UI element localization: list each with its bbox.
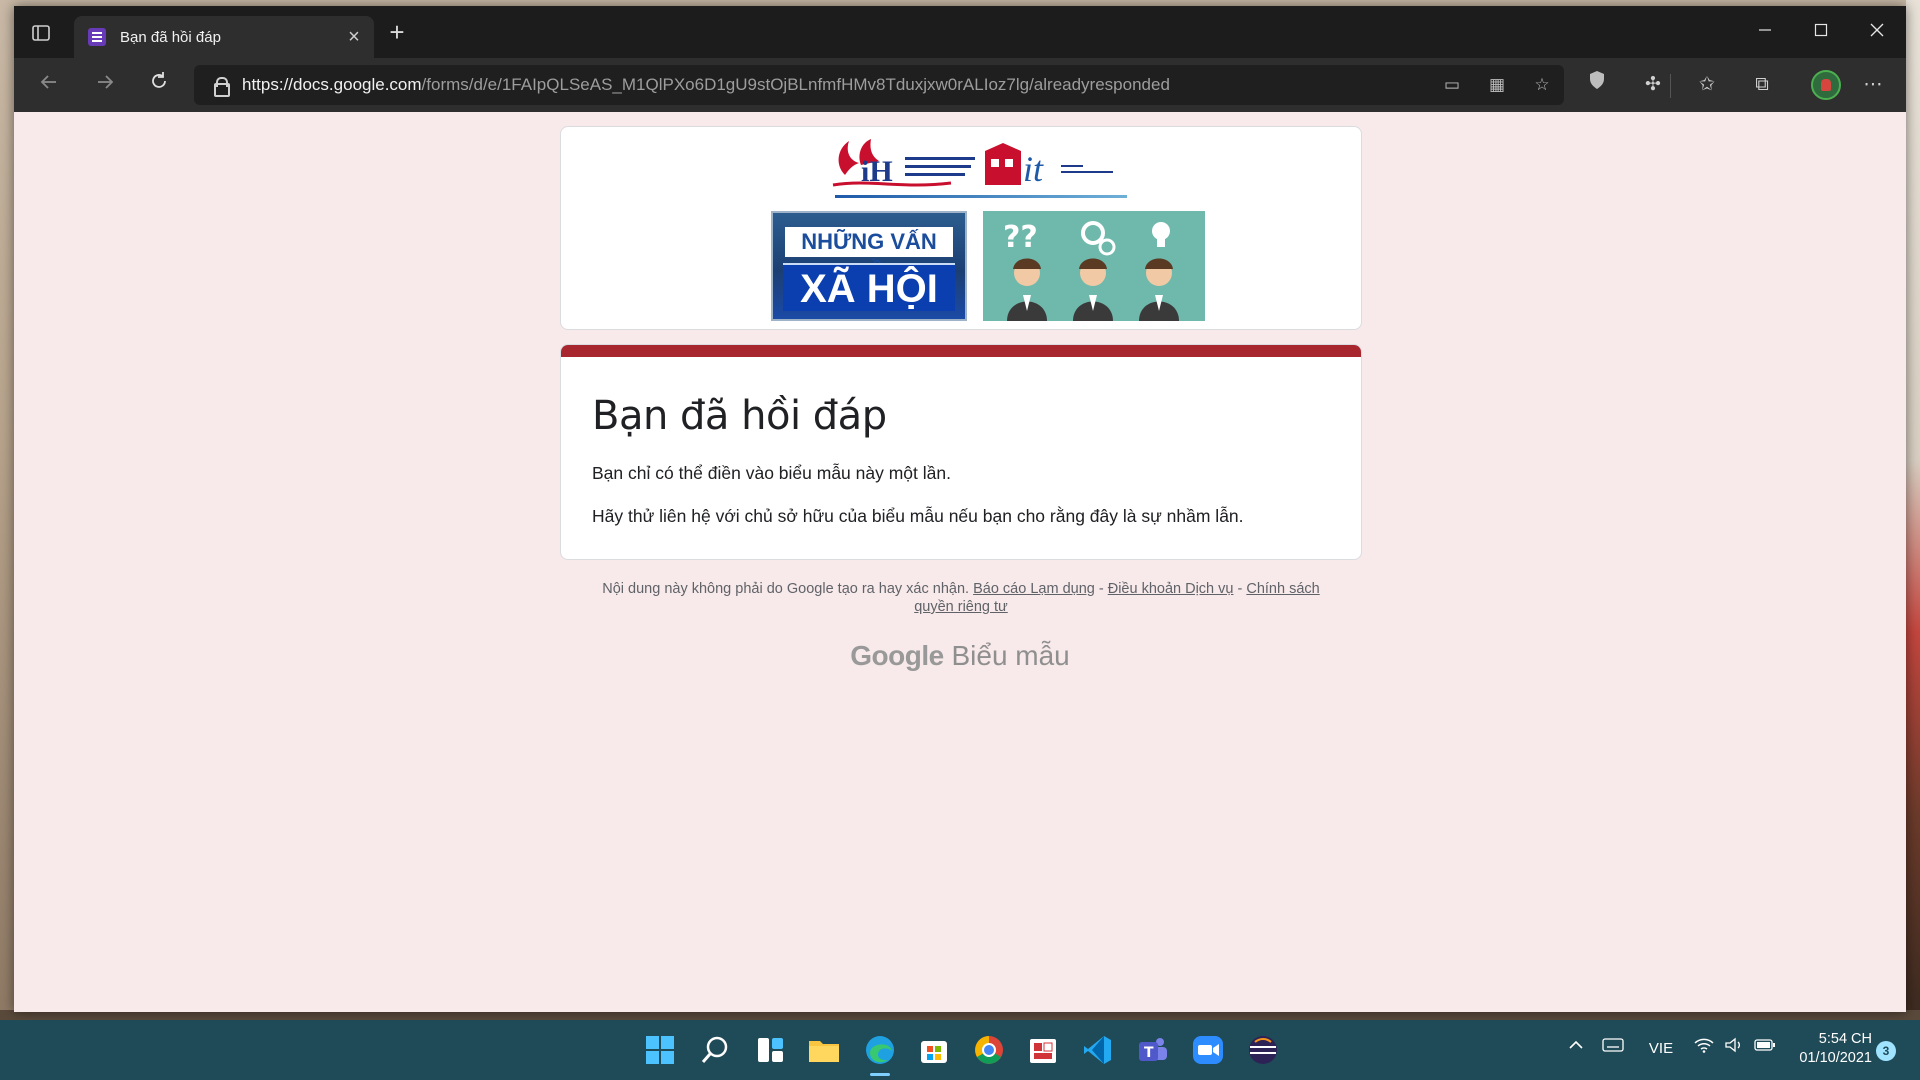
svg-text:??: ?? xyxy=(1003,220,1038,255)
favorites-icon[interactable]: ✩ xyxy=(1692,70,1722,100)
disclaimer-text: Nội dung này không phải do Google tạo ra… xyxy=(602,581,970,597)
back-icon[interactable] xyxy=(34,70,64,100)
iuh-fit-logo: iH it xyxy=(831,135,1131,201)
tab-title: Bạn đã hồi đáp xyxy=(120,28,221,46)
sticky-notes-icon[interactable] xyxy=(1025,1033,1061,1067)
active-tab[interactable]: Bạn đã hồi đáp × xyxy=(74,16,374,58)
search-icon[interactable] xyxy=(697,1033,733,1067)
wifi-icon[interactable] xyxy=(1692,1037,1716,1061)
show-hidden-icons-icon[interactable] xyxy=(1564,1037,1588,1061)
clock-date: 01/10/2021 xyxy=(1799,1050,1872,1066)
maximize-icon[interactable] xyxy=(1804,16,1838,46)
banner-text-top: NHỮNG VẤN ĐỀ xyxy=(785,227,953,284)
input-language[interactable]: VIE xyxy=(1644,1037,1678,1061)
immersive-reader-icon[interactable]: ▭ xyxy=(1441,74,1463,96)
tab-actions-icon[interactable] xyxy=(30,22,52,44)
more-icon[interactable]: ⋯ xyxy=(1858,70,1888,100)
address-bar[interactable]: https://docs.google.com/forms/d/e/1FAIpQ… xyxy=(194,65,1564,105)
url-text[interactable]: https://docs.google.com/forms/d/e/1FAIpQ… xyxy=(242,75,1170,95)
lock-icon[interactable] xyxy=(212,76,230,97)
vscode-icon[interactable] xyxy=(1080,1033,1116,1067)
page-content: iH it NHỮNG VẤN ĐỀ XÃ HỘI xyxy=(14,112,1906,1012)
volume-icon[interactable] xyxy=(1722,1037,1746,1061)
notification-badge[interactable]: 3 xyxy=(1876,1041,1896,1061)
iuh-logo: iH xyxy=(832,139,975,188)
google-wordmark: Google xyxy=(850,640,944,671)
footer-notice: Nội dung này không phải do Google tạo ra… xyxy=(600,580,1322,616)
google-forms-logo[interactable]: Google Biểu mẫu xyxy=(14,640,1906,672)
clock-time: 5:54 CH xyxy=(1818,1031,1872,1047)
start-icon[interactable] xyxy=(642,1033,678,1067)
page-title: Bạn đã hồi đáp xyxy=(592,393,887,439)
battery-icon[interactable] xyxy=(1752,1037,1778,1061)
thinking-people-illustration: ?? xyxy=(983,211,1205,321)
toolbar-divider xyxy=(1670,74,1671,98)
banner-text-bottom: XÃ HỘI xyxy=(783,263,955,311)
taskbar xyxy=(0,1020,1920,1080)
svg-text:T: T xyxy=(1144,1045,1154,1061)
close-window-icon[interactable] xyxy=(1860,16,1894,46)
contact-owner-message: Hãy thử liên hệ với chủ sở hữu của biểu … xyxy=(592,506,1244,526)
eclipse-icon[interactable] xyxy=(1245,1033,1281,1067)
svg-text:it: it xyxy=(1023,149,1044,189)
active-app-indicator xyxy=(870,1073,890,1076)
profile-avatar[interactable] xyxy=(1811,70,1841,100)
footer-separator: - xyxy=(1094,581,1108,597)
footer-separator: - xyxy=(1233,581,1247,597)
minimize-icon[interactable] xyxy=(1748,16,1782,46)
zoom-icon[interactable] xyxy=(1190,1033,1226,1067)
already-responded-message: Bạn chỉ có thể điền vào biểu mẫu này một… xyxy=(592,463,951,483)
browser-toolbar: https://docs.google.com/forms/d/e/1FAIpQ… xyxy=(14,58,1906,112)
widgets-icon[interactable] xyxy=(752,1033,788,1067)
theme-bar xyxy=(561,345,1361,357)
shield-icon[interactable] xyxy=(1582,70,1612,100)
new-tab-button[interactable]: + xyxy=(384,19,410,46)
terms-of-service-link[interactable]: Điều khoản Dịch vụ xyxy=(1108,581,1234,597)
store-icon[interactable] xyxy=(916,1033,952,1067)
collections-icon[interactable]: ⧉ xyxy=(1747,70,1777,100)
title-bar: Bạn đã hồi đáp × + xyxy=(14,6,1906,58)
apps-icon[interactable]: ▦ xyxy=(1486,74,1508,96)
file-explorer-icon[interactable] xyxy=(806,1033,842,1067)
form-header-image: iH it NHỮNG VẤN ĐỀ XÃ HỘI xyxy=(560,126,1362,330)
report-abuse-link[interactable]: Báo cáo Lạm dụng xyxy=(973,581,1095,597)
refresh-icon[interactable] xyxy=(144,70,174,100)
extensions-icon[interactable]: ✣ xyxy=(1638,70,1668,100)
google-forms-favicon-icon xyxy=(88,28,106,46)
touch-keyboard-icon[interactable] xyxy=(1600,1037,1626,1061)
browser-window: Bạn đã hồi đáp × + https://docs.google.c… xyxy=(14,6,1906,1012)
add-favorite-icon[interactable]: ☆ xyxy=(1531,74,1553,96)
response-card: Bạn đã hồi đáp Bạn chỉ có thể điền vào b… xyxy=(560,344,1362,560)
social-issues-banner: NHỮNG VẤN ĐỀ XÃ HỘI xyxy=(771,211,967,321)
logo-underline xyxy=(835,195,1127,198)
teams-icon[interactable]: T xyxy=(1135,1033,1171,1067)
close-tab-icon[interactable]: × xyxy=(340,26,368,49)
forms-wordmark: Biểu mẫu xyxy=(951,640,1070,671)
desktop-wallpaper xyxy=(1906,0,1920,1020)
edge-icon[interactable] xyxy=(862,1033,898,1067)
chrome-icon[interactable] xyxy=(971,1033,1007,1067)
fit-logo: it xyxy=(985,143,1113,189)
forward-icon[interactable] xyxy=(90,70,120,100)
clock[interactable]: 5:54 CH 01/10/2021 xyxy=(1782,1030,1872,1068)
